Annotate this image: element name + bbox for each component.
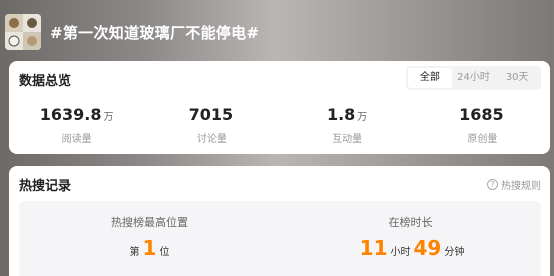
- rules-label: 热搜规则: [501, 181, 541, 192]
- stat-read-unit: 万: [103, 112, 114, 123]
- stat-discuss-value: 7015: [188, 105, 234, 124]
- duration-hours: 11: [359, 236, 388, 260]
- overview-card: 数据总览 全部 24小时 30天 1639.8 万 阅读量 7015 讨论量 1.…: [9, 61, 550, 154]
- highest-rank-number: 1: [142, 236, 157, 260]
- stat-interact: 1.8 万 互动量: [280, 105, 415, 145]
- stat-discuss: 7015 讨论量: [144, 105, 279, 145]
- stat-interact-unit: 万: [357, 112, 368, 123]
- stats-row: 1639.8 万 阅读量 7015 讨论量 1.8 万 互动量 1685 原创量: [9, 105, 550, 145]
- duration-minutes: 49: [413, 236, 442, 260]
- stat-discuss-label: 讨论量: [196, 134, 227, 145]
- hot-search-title: 热搜记录: [19, 179, 72, 194]
- hot-search-panel: 热搜榜最高位置 第1位 在榜时长 11 小时 49 分钟: [19, 201, 541, 276]
- tab-30d[interactable]: 30天: [495, 68, 539, 88]
- stat-read: 1639.8 万 阅读量: [9, 105, 144, 145]
- topic-avatar[interactable]: [5, 14, 41, 50]
- stat-read-label: 阅读量: [61, 134, 92, 145]
- highest-rank: 热搜榜最高位置 第1位: [19, 201, 280, 276]
- stat-read-value: 1639.8 万: [39, 105, 114, 124]
- stat-original-label: 原创量: [467, 134, 498, 145]
- highest-rank-label: 热搜榜最高位置: [111, 216, 188, 229]
- avatar-image-icon: [5, 14, 41, 50]
- duration-label: 在榜时长: [388, 216, 433, 229]
- highest-rank-value: 第1位: [129, 236, 170, 260]
- stat-interact-label: 互动量: [332, 134, 363, 145]
- stat-original: 1685 原创量: [415, 105, 550, 145]
- tab-all[interactable]: 全部: [408, 68, 452, 88]
- hot-search-card: 热搜记录 ? 热搜规则 热搜榜最高位置 第1位 在榜时长 11 小时 49 分钟: [9, 166, 550, 276]
- hot-search-rules-link[interactable]: ? 热搜规则: [487, 177, 541, 192]
- overview-title: 数据总览: [19, 74, 72, 89]
- stat-original-value: 1685: [459, 105, 504, 124]
- topic-title[interactable]: #第一次知道玻璃厂不能停电#: [50, 22, 259, 43]
- tab-24h[interactable]: 24小时: [452, 68, 496, 88]
- time-range-tabs: 全部 24小时 30天: [406, 66, 541, 90]
- question-icon: ?: [487, 179, 498, 190]
- topic-header: #第一次知道玻璃厂不能停电#: [0, 0, 554, 60]
- duration-value: 11 小时 49 分钟: [359, 236, 465, 260]
- stat-interact-value: 1.8 万: [326, 105, 368, 124]
- on-list-duration: 在榜时长 11 小时 49 分钟: [280, 201, 541, 276]
